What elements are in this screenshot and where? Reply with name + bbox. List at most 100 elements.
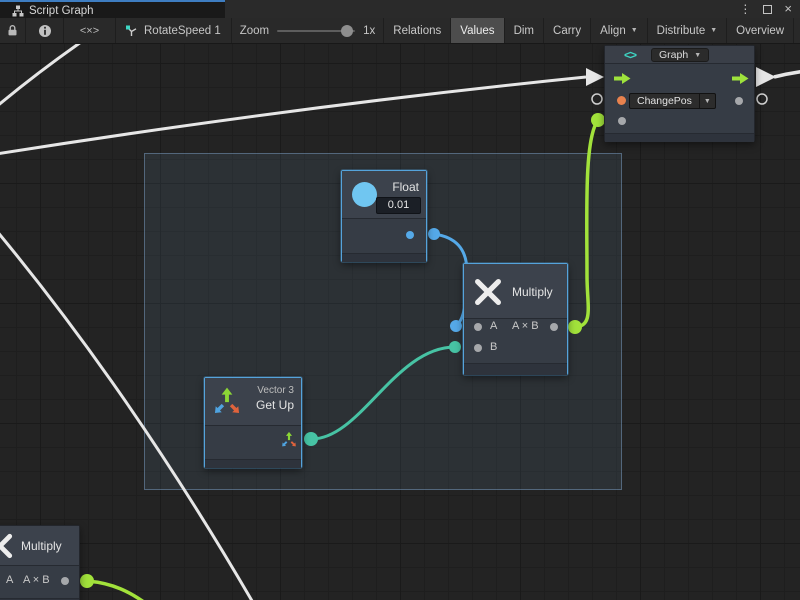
node-subtitle: Vector 3 [256,385,294,396]
vector3-getup-node[interactable]: Vector 3 Get Up [204,377,302,468]
port-label-out: A × B [23,574,50,586]
wire-dot [428,228,440,240]
port-label-b: B [490,341,497,353]
port-label-out: A × B [512,320,539,332]
lock-icon [7,24,18,37]
flow-arrowhead-left [586,68,604,86]
input-port-a[interactable] [474,323,482,331]
node-footer [605,133,754,142]
float-icon [352,182,377,207]
info-button[interactable] [26,18,64,43]
node-footer [342,253,426,262]
zoom-label: Zoom [240,25,269,37]
node-footer [464,363,567,375]
output-port[interactable] [735,97,743,105]
control-wire [0,44,84,107]
chevron-down-icon: ▼ [710,27,717,34]
align-button[interactable]: Align ▼ [590,18,647,43]
graph-toolbar: <×> RotateSpeed 1 Zoom 1x Relations Valu… [0,18,800,44]
input-port-value[interactable] [618,117,626,125]
relations-button[interactable]: Relations [383,18,450,43]
changepos-dropdown[interactable]: ChangePos ▼ [629,93,716,109]
tab-label: Script Graph [29,5,94,17]
vector3-output-port[interactable] [281,431,297,448]
overview-button[interactable]: Overview [726,18,793,43]
output-port[interactable] [550,323,558,331]
port-label-a: A [490,320,497,332]
control-input-port[interactable] [614,72,631,85]
chevron-down-icon: ▼ [631,27,638,34]
overview-label: Overview [736,25,784,37]
lock-button[interactable] [0,18,26,43]
info-icon [38,24,52,38]
wire-dot [450,320,462,332]
script-graph-window: Script Graph ⋮ × <×> [0,0,800,600]
output-port[interactable] [61,577,69,585]
graph-dropdown[interactable]: Graph ▼ [651,48,709,62]
zoom-handle[interactable] [341,25,353,37]
distribute-label: Distribute [657,25,706,37]
control-wire-input [0,77,586,154]
chevron-down-icon: ▼ [699,94,715,108]
control-output-port[interactable] [732,72,749,85]
control-wire-output [774,71,800,77]
wire-dot [80,574,94,588]
graph-reference-breadcrumb[interactable]: RotateSpeed 1 [116,18,232,43]
focus-highlight [0,0,225,2]
float-output-port[interactable] [406,231,414,239]
values-label: Values [460,25,494,37]
graph-tab-icon [12,5,24,17]
teal-wire-vector-to-b [311,347,455,439]
multiply-icon [0,532,14,560]
float-value-input[interactable]: 0.01 [376,197,421,214]
changepos-subgraph-node[interactable]: <> Graph ▼ ChangePos ▼ [604,45,755,142]
value-endpoint-circle [757,94,767,104]
float-node[interactable]: Float 0.01 [341,170,427,262]
changepos-dropdown-value: ChangePos [630,95,699,107]
wire-dot [449,341,461,353]
tab-script-graph[interactable]: Script Graph [4,3,102,18]
input-port-target[interactable] [617,96,626,105]
carry-button[interactable]: Carry [543,18,590,43]
flow-arrowhead-right [756,67,776,87]
zoom-value: 1x [363,25,375,37]
green-wire-multiply-to-changepos [575,120,598,327]
node-title: Multiply [21,539,62,553]
titlebar: Script Graph ⋮ × [0,0,800,18]
zoom-slider[interactable] [277,30,355,32]
input-port-b[interactable] [474,344,482,352]
green-wire-bottom [87,581,152,600]
value-endpoint-circle [592,94,602,104]
align-label: Align [600,25,626,37]
close-icon[interactable]: × [784,4,792,14]
wire-dot [591,113,605,127]
multiply-node-2[interactable]: Multiply A A × B [0,525,80,600]
graph-canvas[interactable]: Float 0.01 Multiply A A × B B [0,44,800,600]
node-title: Get Up [256,398,294,412]
code-view-button[interactable]: <×> [64,18,116,43]
node-footer [205,459,301,468]
values-button[interactable]: Values [450,18,503,43]
port-label-a: A [6,574,13,586]
wire-dot [568,320,582,334]
wire-dot [304,432,318,446]
script-graph-icon: <> [624,48,636,62]
code-view-icon: <×> [80,25,99,37]
graph-ref-label: RotateSpeed 1 [144,25,221,37]
dim-button[interactable]: Dim [504,18,543,43]
chevron-down-icon: ▼ [694,52,701,59]
relations-label: Relations [393,25,441,37]
maximize-icon[interactable] [763,5,772,14]
multiply-icon [473,277,503,307]
graph-dropdown-label: Graph [659,49,688,61]
vector3-icon [213,386,241,416]
distribute-button[interactable]: Distribute ▼ [647,18,727,43]
menu-icon[interactable]: ⋮ [739,2,751,16]
node-title: Float [392,180,419,194]
dim-label: Dim [514,25,534,37]
zoom-control: Zoom 1x [232,18,384,43]
carry-label: Carry [553,25,581,37]
fullscreen-button[interactable]: Full Screen [793,18,800,43]
multiply-node[interactable]: Multiply A A × B B [463,263,568,375]
graph-ref-icon [124,24,138,38]
